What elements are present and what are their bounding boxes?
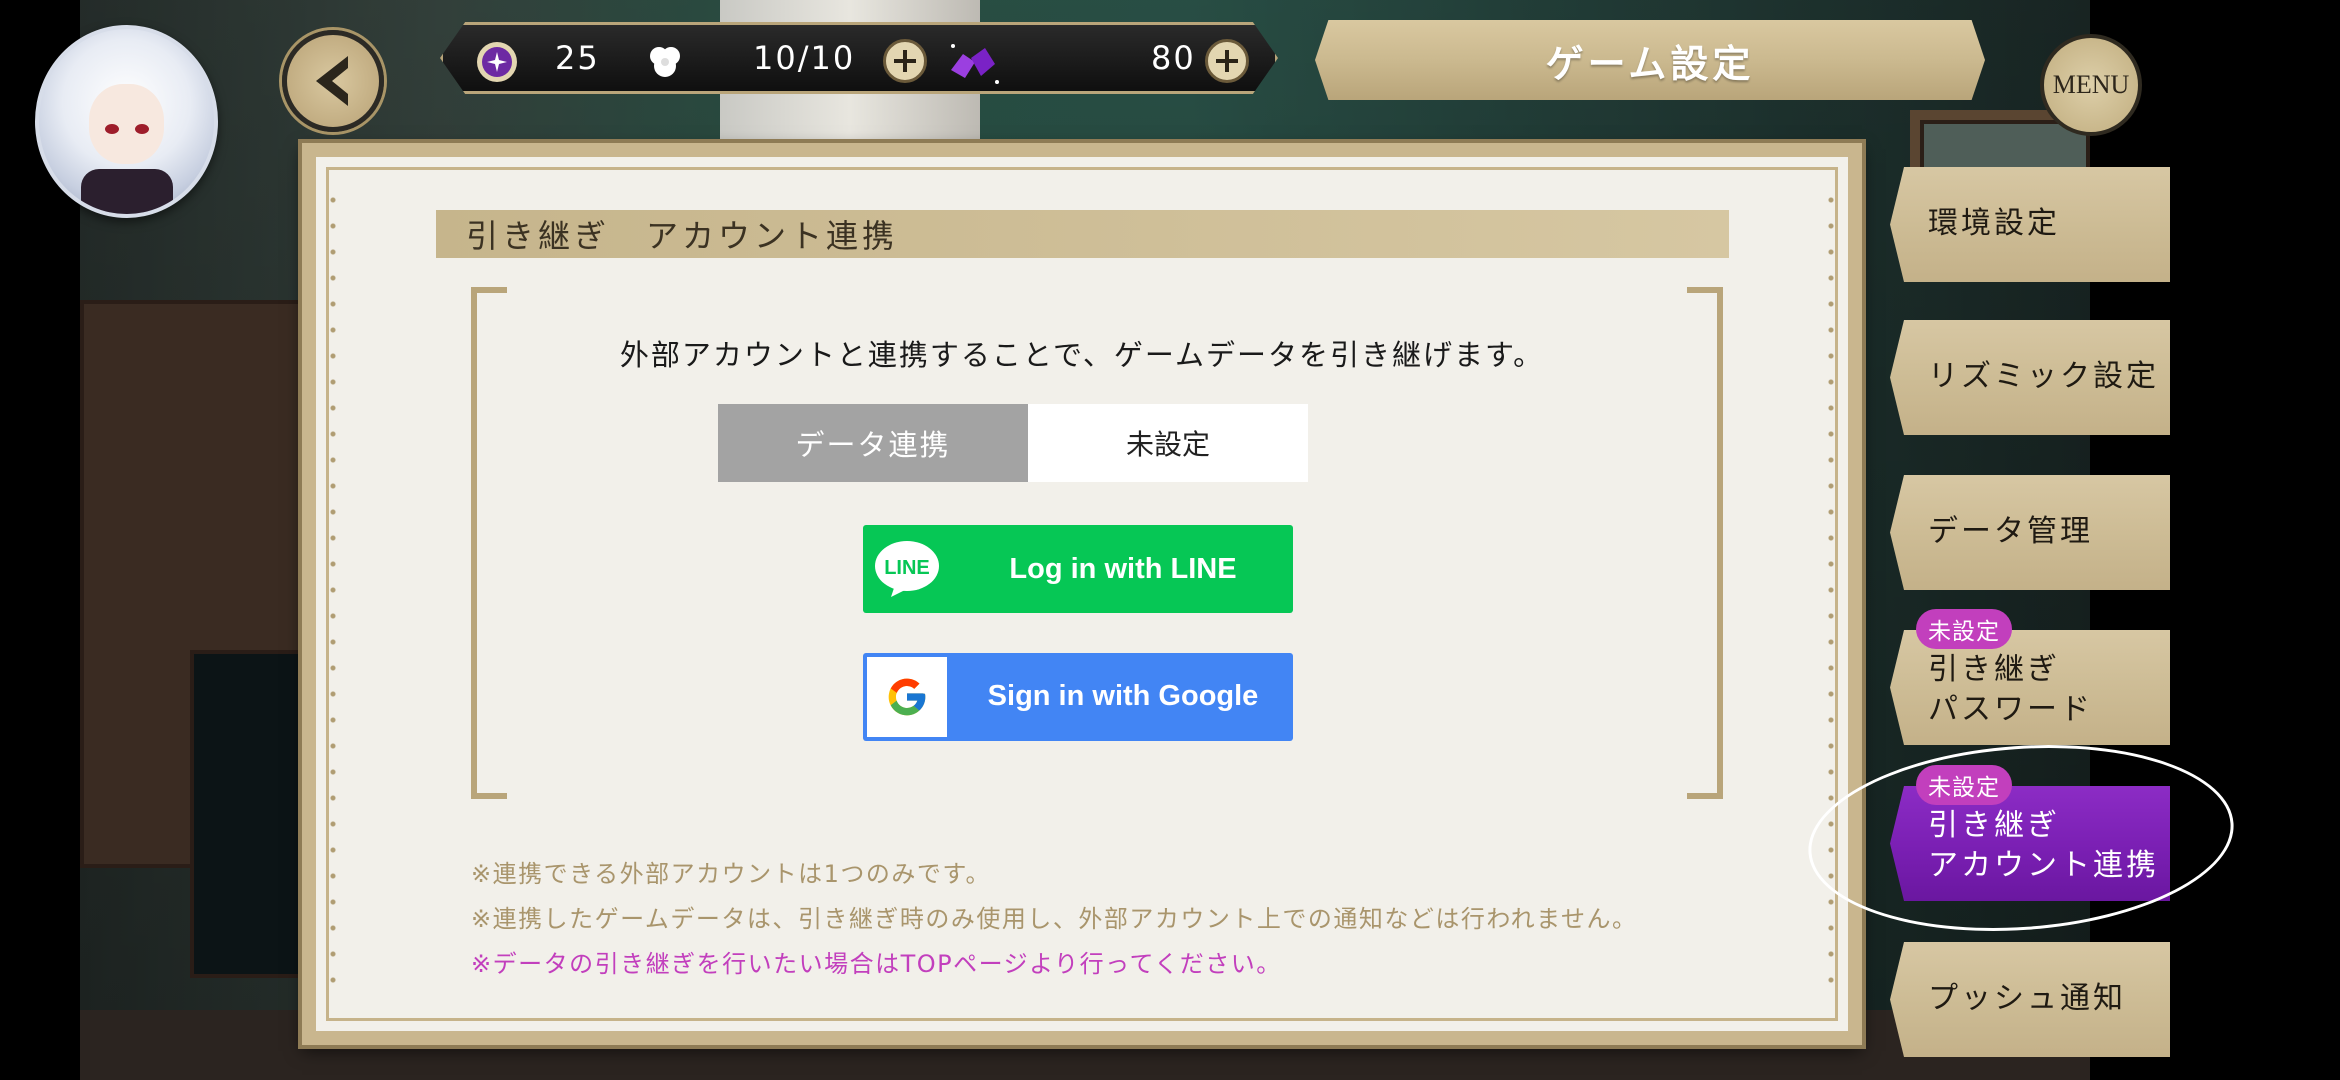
resource-bar: 25 10/10 80 <box>440 22 1278 94</box>
link-status-label: データ連携 <box>718 404 1028 482</box>
gem-icon <box>951 44 999 84</box>
sidebar-item-label: パスワード <box>1928 692 2093 727</box>
line-logo-text: LINE <box>884 557 930 579</box>
sidebar-item-label: 環境設定 <box>1928 206 2060 241</box>
line-login-button[interactable]: LINE Log in with LINE <box>863 525 1293 613</box>
link-description: 外部アカウントと連携することで、ゲームデータを引き継げます。 <box>619 338 1545 372</box>
sidebar-item-label: データ管理 <box>1928 514 2093 549</box>
avatar-face <box>89 84 164 164</box>
orb-count: 25 <box>555 39 600 77</box>
panel-dots-left <box>330 187 336 1001</box>
back-arrow-icon <box>316 56 348 106</box>
sidebar-item-data-management[interactable]: データ管理 <box>1890 475 2170 590</box>
link-status-row: データ連携 未設定 <box>718 404 1308 482</box>
page-title: ゲーム設定 <box>1545 41 1755 86</box>
section-header: 引き継ぎ アカウント連携 <box>436 210 1729 258</box>
sidebar-item-push-notification[interactable]: プッシュ通知 <box>1890 942 2170 1057</box>
sidebar-item-label: プッシュ通知 <box>1928 981 2126 1016</box>
status-badge: 未設定 <box>1916 609 2012 649</box>
google-signin-button[interactable]: Sign in with Google <box>863 653 1293 741</box>
note-top-page: ※データの引き継ぎを行いたい場合はTOPページより行ってください。 <box>471 950 1282 978</box>
link-status-value: 未設定 <box>1028 404 1308 482</box>
avatar-coat <box>81 169 173 214</box>
line-logo-icon: LINE <box>875 541 939 597</box>
avatar-eye <box>135 124 149 134</box>
stamina-count: 10/10 <box>753 39 856 77</box>
stamina-icon <box>650 47 680 77</box>
section-title: 引き継ぎ アカウント連携 <box>466 217 899 255</box>
note-line-2: ※連携したゲームデータは、引き継ぎ時のみ使用し、外部アカウント上での通知などは行… <box>471 905 1638 933</box>
google-logo-icon <box>888 678 926 716</box>
google-signin-label: Sign in with Google <box>987 680 1259 712</box>
avatar-eye <box>105 124 119 134</box>
sidebar-item-environment[interactable]: 環境設定 <box>1890 167 2170 282</box>
page-title-banner: ゲーム設定 <box>1315 20 1985 100</box>
player-avatar[interactable] <box>35 25 218 218</box>
back-button[interactable] <box>282 30 384 132</box>
note-line-1: ※連携できる外部アカウントは1つのみです。 <box>471 860 991 888</box>
gem-plus-button[interactable] <box>1205 39 1249 83</box>
orb-icon <box>477 42 517 82</box>
sidebar-item-rhythmic[interactable]: リズミック設定 <box>1890 320 2170 435</box>
menu-button[interactable]: MENU <box>2040 34 2142 136</box>
settings-panel: 引き継ぎ アカウント連携 外部アカウントと連携することで、ゲームデータを引き継げ… <box>302 143 1862 1045</box>
background-doorway <box>190 650 308 978</box>
menu-label: MENU <box>2052 70 2130 99</box>
gem-count: 80 <box>1151 39 1196 77</box>
stamina-plus-button[interactable] <box>883 39 927 83</box>
sidebar-item-label: 引き継ぎ <box>1928 652 2060 687</box>
sidebar-item-label: リズミック設定 <box>1928 359 2159 394</box>
line-login-label: Log in with LINE <box>1009 552 1237 585</box>
google-logo-box <box>867 657 947 737</box>
